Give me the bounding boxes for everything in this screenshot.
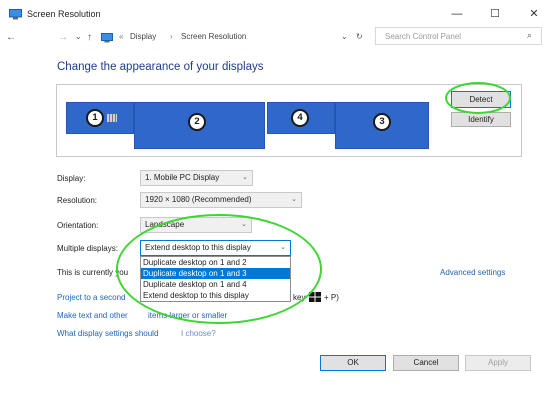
breadcrumb-separator-icon: › <box>170 32 173 41</box>
apply-button[interactable]: Apply <box>465 355 531 371</box>
make-text-larger-link-continued[interactable]: items larger or smaller <box>148 311 227 320</box>
screen-resolution-app-icon <box>9 9 22 20</box>
control-panel-icon <box>101 33 113 43</box>
identify-button[interactable]: Identify <box>451 112 511 127</box>
chevron-down-icon: ⌄ <box>242 174 248 181</box>
display-select[interactable]: 1. Mobile PC Display ⌄ <box>140 170 253 186</box>
chevron-down-icon: ⌄ <box>291 196 297 203</box>
search-icon[interactable]: ⌕ <box>527 30 532 41</box>
monitor-2-number: 2 <box>188 113 206 131</box>
orientation-select-value: Landscape <box>145 220 185 229</box>
which-display-settings-link-continued[interactable]: I choose? <box>181 329 216 338</box>
monitor-4-number: 4 <box>291 109 309 127</box>
project-shortcut-text: + P) <box>324 293 339 302</box>
multiple-displays-select[interactable]: Extend desktop to this display ⌄ <box>140 240 291 256</box>
project-second-screen-link[interactable]: Project to a second <box>57 293 125 302</box>
resolution-select-value: 1920 × 1080 (Recommended) <box>145 195 252 204</box>
breadcrumb-screen-resolution[interactable]: Screen Resolution <box>181 32 246 41</box>
window-title: Screen Resolution <box>27 9 101 19</box>
dropdown-option[interactable]: Duplicate desktop on 1 and 2 <box>141 257 290 268</box>
orientation-label: Orientation: <box>57 221 99 230</box>
make-text-larger-link[interactable]: Make text and other <box>57 311 128 320</box>
close-button[interactable]: ✕ <box>524 5 544 23</box>
recent-locations-icon[interactable]: ⌄ <box>75 32 82 41</box>
up-arrow-icon[interactable]: ↑ <box>87 32 92 43</box>
address-dropdown-icon[interactable]: ⌄ <box>341 32 348 41</box>
multiple-displays-label: Multiple displays: <box>57 244 118 253</box>
minimize-button[interactable]: — <box>447 5 467 23</box>
page-title: Change the appearance of your displays <box>57 61 264 73</box>
multiple-displays-dropdown: Duplicate desktop on 1 and 2 Duplicate d… <box>140 256 291 302</box>
dropdown-option[interactable]: Duplicate desktop on 1 and 4 <box>141 279 290 290</box>
breadcrumb-display[interactable]: Display <box>130 32 156 41</box>
dropdown-option[interactable]: Extend desktop to this display <box>141 290 290 301</box>
ok-button[interactable]: OK <box>320 355 386 371</box>
search-placeholder: Search Control Panel <box>385 32 462 41</box>
resolution-select[interactable]: 1920 × 1080 (Recommended) ⌄ <box>140 192 302 208</box>
orientation-select[interactable]: Landscape ⌄ <box>140 217 252 233</box>
forward-arrow-icon[interactable]: → <box>58 32 68 43</box>
maximize-button[interactable]: ☐ <box>485 5 505 23</box>
windows-logo-icon <box>309 292 321 302</box>
back-arrow-icon[interactable]: ← <box>6 32 16 43</box>
detect-button[interactable]: Detect <box>451 91 511 108</box>
display-label: Display: <box>57 174 86 183</box>
multiple-displays-select-value: Extend desktop to this display <box>145 243 251 252</box>
monitor-1-primary-icon <box>107 114 117 122</box>
monitor-3-number: 3 <box>373 113 391 131</box>
project-key-text: key <box>293 293 306 302</box>
which-display-settings-link[interactable]: What display settings should <box>57 329 158 338</box>
breadcrumb-overflow-icon[interactable]: « <box>119 32 123 41</box>
cancel-button[interactable]: Cancel <box>393 355 459 371</box>
advanced-settings-link[interactable]: Advanced settings <box>440 268 505 277</box>
monitor-1-number: 1 <box>86 109 104 127</box>
dropdown-option-selected[interactable]: Duplicate desktop on 1 and 3 <box>141 268 290 279</box>
display-select-value: 1. Mobile PC Display <box>145 173 220 182</box>
resolution-label: Resolution: <box>57 196 98 205</box>
refresh-icon[interactable]: ↻ <box>356 32 363 41</box>
current-display-info: This is currently you <box>57 268 129 277</box>
chevron-down-icon: ⌄ <box>241 221 247 228</box>
chevron-down-icon: ⌄ <box>280 244 286 251</box>
